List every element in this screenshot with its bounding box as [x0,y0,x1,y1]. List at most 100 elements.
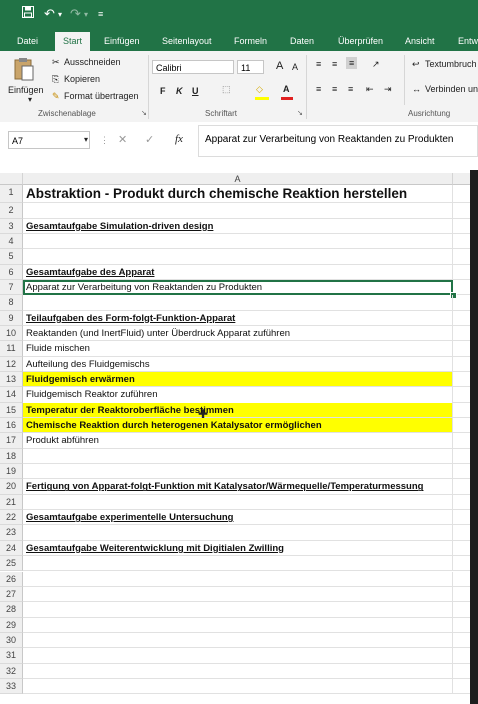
paste-button[interactable]: Einfügen [8,85,44,95]
cell-a[interactable]: Fluidgemisch Reaktor zuführen [23,387,453,403]
cell-a[interactable] [23,448,453,465]
row-header[interactable]: 32 [0,663,23,679]
redo-icon[interactable]: ↷ [70,6,81,22]
name-box-dropdown-icon[interactable]: ▾ [84,135,88,144]
enter-icon[interactable]: ✓ [145,133,154,146]
align-right-icon[interactable]: ≡ [348,84,353,94]
cut-button[interactable]: Ausschneiden [64,57,121,67]
cell-a[interactable]: Teilaufgaben des Form-folgt-Funktion-App… [23,310,453,327]
insert-function-button[interactable]: fx [175,133,183,145]
cell-a[interactable]: Gesamtaufgabe Weiterentwicklung mit Digi… [23,540,453,557]
row-header[interactable]: 19 [0,464,23,480]
cell-a[interactable] [23,663,453,679]
align-bottom-icon[interactable]: ≡ [346,57,358,69]
row-header[interactable]: 29 [0,617,23,633]
row-header[interactable]: 18 [0,448,23,465]
cell-a[interactable]: Fluidgemisch erwärmen [23,372,453,388]
row-header[interactable]: 11 [0,341,23,357]
cell-a[interactable] [23,234,453,250]
row-header[interactable]: 16 [0,418,23,434]
tab-ueberpruefen[interactable]: Überprüfen [338,32,383,51]
cell-a[interactable]: Chemische Reaktion durch heterogenen Kat… [23,418,453,434]
tab-seitenlayout[interactable]: Seitenlayout [162,32,212,51]
format-painter-button[interactable]: Format übertragen [64,91,139,101]
row-header[interactable]: 5 [0,249,23,265]
cell-a[interactable] [23,249,453,265]
row-header[interactable]: 14 [0,387,23,403]
row-header[interactable]: 3 [0,218,23,234]
tab-start[interactable]: Start [55,32,91,51]
row-header[interactable]: 10 [0,326,23,342]
tab-formeln[interactable]: Formeln [234,32,267,51]
redo-dropdown-icon[interactable]: ▾ [84,10,88,19]
column-header-a[interactable]: A [23,173,453,185]
row-header[interactable]: 25 [0,556,23,572]
font-color-icon[interactable]: A [283,84,290,94]
shrink-font-button[interactable]: A [292,62,298,72]
row-header[interactable]: 22 [0,510,23,526]
row-header[interactable]: 4 [0,234,23,250]
cell-a[interactable] [23,632,453,649]
grow-font-button[interactable]: A [276,60,283,72]
cut-icon[interactable]: ✂ [52,57,60,68]
merge-button[interactable]: Verbinden un [425,84,478,94]
cancel-icon[interactable]: ✕ [118,133,127,146]
tab-ansicht[interactable]: Ansicht [405,32,435,51]
cell-a[interactable] [23,556,453,572]
undo-dropdown-icon[interactable]: ▾ [58,10,62,19]
row-header[interactable]: 13 [0,372,23,388]
cell-a[interactable] [23,571,453,587]
cell-a[interactable]: Fluide mischen [23,341,453,357]
cell-a[interactable] [23,464,453,480]
paste-dropdown-icon[interactable]: ▾ [28,95,32,104]
tab-einfuegen[interactable]: Einfügen [104,32,140,51]
cell-a[interactable] [23,494,453,511]
row-header[interactable]: 17 [0,433,23,449]
decrease-indent-icon[interactable]: ⇤ [366,84,374,95]
row-header[interactable]: 6 [0,264,23,281]
cell-a[interactable] [23,203,453,219]
cell-a[interactable]: Gesamtaufgabe des Apparat [23,264,453,281]
row-header[interactable]: 33 [0,678,23,695]
row-header[interactable]: 24 [0,540,23,557]
orientation-icon[interactable]: ↗ [372,59,380,70]
cell-a[interactable] [23,525,453,541]
cell-a[interactable] [23,648,453,664]
row-header[interactable]: 23 [0,525,23,541]
cell-a[interactable] [23,678,453,695]
row-header[interactable]: 9 [0,310,23,327]
cell-a[interactable]: Reaktanden (und InertFluid) unter Überdr… [23,326,453,342]
save-icon[interactable] [22,6,34,21]
font-size-input[interactable]: 11 [237,60,264,74]
formula-input[interactable]: Apparat zur Verarbeitung von Reaktanden … [198,125,478,157]
align-top-icon[interactable]: ≡ [316,59,321,69]
font-name-input[interactable]: Calibri [152,60,234,74]
row-header[interactable]: 21 [0,494,23,511]
row-header[interactable]: 31 [0,648,23,664]
align-center-icon[interactable]: ≡ [332,84,337,94]
cell-a[interactable]: Apparat zur Verarbeitung von Reaktanden … [23,280,453,296]
select-all-corner[interactable] [0,173,23,185]
row-header[interactable]: 1 [0,185,23,204]
row-header[interactable]: 15 [0,402,23,419]
cell-a[interactable] [23,602,453,618]
borders-icon[interactable]: ⬚ [222,84,231,95]
underline-button[interactable]: U [192,86,199,96]
bold-button[interactable]: F [160,86,166,96]
row-header[interactable]: 12 [0,356,23,373]
font-launcher-icon[interactable]: ↘ [297,109,303,117]
cell-a[interactable]: Fertigung von Apparat-folgt-Funktion mit… [23,479,453,495]
cell-a[interactable]: Gesamtaufgabe experimentelle Untersuchun… [23,510,453,526]
increase-indent-icon[interactable]: ⇥ [384,84,392,95]
align-left-icon[interactable]: ≡ [316,84,321,94]
copy-button[interactable]: Kopieren [64,74,100,84]
align-middle-icon[interactable]: ≡ [332,59,337,69]
cell-a[interactable]: Abstraktion - Produkt durch chemische Re… [23,185,453,204]
cell-a[interactable]: Aufteilung des Fluidgemischs [23,356,453,373]
format-painter-icon[interactable]: ✎ [52,91,60,102]
name-box[interactable]: A7 [8,131,90,149]
cell-a[interactable]: Gesamtaufgabe Simulation-driven design [23,218,453,234]
wrap-text-button[interactable]: Textumbruch [425,59,477,69]
tab-entwicklertools[interactable]: Entw [458,32,478,51]
wrap-text-icon[interactable]: ↩ [412,59,420,70]
